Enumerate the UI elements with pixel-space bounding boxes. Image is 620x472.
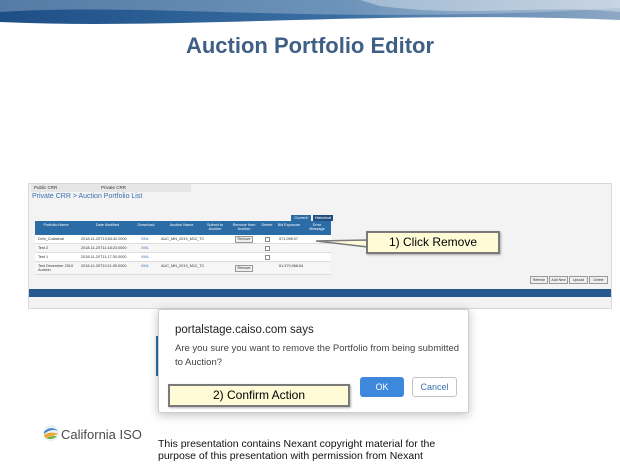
california-iso-logo-text: California ISO bbox=[61, 427, 142, 442]
callout-click-remove: 1) Click Remove bbox=[366, 231, 500, 254]
callout-confirm-action: 2) Confirm Action bbox=[168, 384, 350, 407]
ok-button[interactable]: OK bbox=[360, 377, 404, 397]
california-iso-logo-icon bbox=[43, 425, 59, 441]
dialog-origin: portalstage.caiso.com says bbox=[175, 324, 314, 336]
cancel-button[interactable]: Cancel bbox=[412, 377, 457, 397]
copyright-note: This presentation contains Nexant copyri… bbox=[158, 438, 436, 462]
dialog-message: Are you sure you want to remove the Port… bbox=[175, 343, 460, 368]
